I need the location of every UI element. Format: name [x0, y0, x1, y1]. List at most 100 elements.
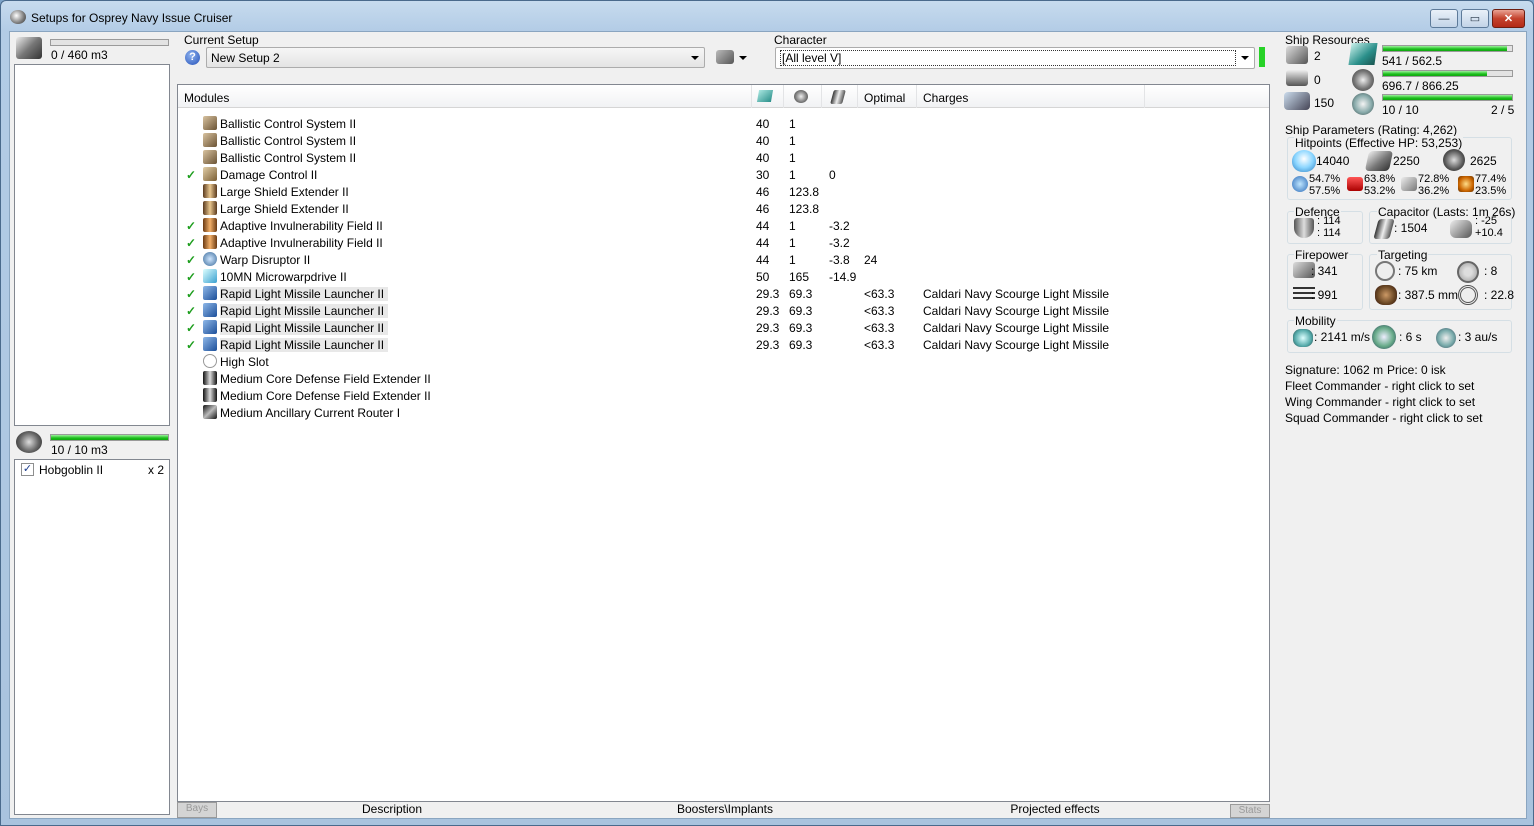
module-name[interactable]: Ballistic Control System II: [220, 134, 356, 148]
active-check-icon[interactable]: ✓: [186, 270, 196, 284]
active-check-icon[interactable]: ✓: [186, 236, 196, 250]
module-row[interactable]: Large Shield Extender II 46 123.8: [178, 183, 1268, 200]
capacitor-delta-1: : -25: [1475, 215, 1498, 227]
module-name[interactable]: Medium Core Defense Field Extender II: [220, 372, 431, 386]
module-row[interactable]: ✓ Rapid Light Missile Launcher II 29.3 69.3…: [178, 336, 1268, 353]
tab-description[interactable]: Description: [342, 802, 442, 818]
module-name[interactable]: Rapid Light Missile Launcher II: [220, 321, 389, 335]
module-row[interactable]: ✓ Adaptive Invulnerability Field II 44 1 -3.…: [178, 217, 1268, 234]
setup-dropdown[interactable]: New Setup 2: [206, 47, 705, 68]
module-row[interactable]: High Slot: [178, 353, 1268, 370]
max-targets-icon: [1457, 261, 1479, 283]
module-name[interactable]: High Slot: [220, 355, 269, 369]
cargo-list[interactable]: [14, 64, 170, 426]
module-row[interactable]: ✓ 10MN Microwarpdrive II 50 165 -14.9: [178, 268, 1268, 285]
module-name[interactable]: Adaptive Invulnerability Field II: [220, 219, 383, 233]
chevron-down-icon[interactable]: [739, 56, 747, 60]
ship-menu-icon[interactable]: [716, 50, 734, 64]
title-bar[interactable]: Setups for Osprey Navy Issue Cruiser — ▭…: [1, 1, 1533, 31]
module-name[interactable]: Ballistic Control System II: [220, 117, 356, 131]
active-check-icon[interactable]: ✓: [186, 304, 196, 318]
active-check-icon[interactable]: ✓: [186, 338, 196, 352]
align-time-value: : 6 s: [1399, 330, 1422, 344]
col-optimal[interactable]: Optimal: [858, 85, 917, 108]
active-check-icon[interactable]: ✓: [186, 253, 196, 267]
module-row[interactable]: ✓ Warp Disruptor II 44 1 -3.8 24: [178, 251, 1268, 268]
firepower-title: Firepower: [1294, 248, 1350, 262]
cpu-icon: [756, 90, 774, 102]
module-powergrid: 1: [789, 168, 796, 182]
module-powergrid: 123.8: [789, 202, 820, 216]
thermal-resist-icon: [1347, 177, 1363, 191]
module-row[interactable]: Ballistic Control System II 40 1: [178, 132, 1268, 149]
turret-count: 2: [1314, 49, 1321, 63]
col-powergrid[interactable]: [784, 85, 822, 108]
powergrid-icon: [794, 90, 808, 103]
module-name[interactable]: Medium Ancillary Current Router I: [220, 406, 400, 420]
module-name[interactable]: Medium Core Defense Field Extender II: [220, 389, 431, 403]
col-capacitor[interactable]: [822, 85, 858, 108]
module-name[interactable]: Large Shield Extender II: [220, 185, 349, 199]
powergrid-bar: [1382, 70, 1513, 77]
col-charges[interactable]: Charges: [917, 85, 1145, 108]
tab-boosters-implants[interactable]: Boosters\Implants: [660, 802, 790, 818]
drone-list[interactable]: ✓ Hobgoblin II x 2: [14, 459, 170, 815]
close-button[interactable]: ✕: [1492, 9, 1525, 28]
module-name[interactable]: Large Shield Extender II: [220, 202, 349, 216]
module-row[interactable]: Ballistic Control System II 40 1: [178, 115, 1268, 132]
module-name[interactable]: Rapid Light Missile Launcher II: [220, 287, 389, 301]
tab-bays[interactable]: Bays: [177, 802, 217, 818]
col-modules[interactable]: Modules: [178, 85, 752, 108]
module-name[interactable]: Rapid Light Missile Launcher II: [220, 304, 389, 318]
drone-checkbox[interactable]: ✓: [21, 463, 34, 476]
squad-commander[interactable]: Squad Commander - right click to set: [1285, 411, 1482, 425]
calibration-value: 150: [1314, 96, 1335, 110]
module-row[interactable]: Medium Core Defense Field Extender II: [178, 387, 1268, 404]
module-name[interactable]: Ballistic Control System II: [220, 151, 356, 165]
module-row[interactable]: Medium Core Defense Field Extender II: [178, 370, 1268, 387]
maximize-button[interactable]: ▭: [1461, 9, 1489, 28]
module-powergrid: 69.3: [789, 287, 813, 301]
module-row[interactable]: ✓ Rapid Light Missile Launcher II 29.3 69.3…: [178, 302, 1268, 319]
tab-stats[interactable]: Stats: [1230, 804, 1270, 818]
module-row[interactable]: Ballistic Control System II 40 1: [178, 149, 1268, 166]
module-row[interactable]: ✓ Adaptive Invulnerability Field II 44 1 -3.…: [178, 234, 1268, 251]
module-name[interactable]: Warp Disruptor II: [220, 253, 310, 267]
drone-qty: x 2: [148, 463, 165, 477]
active-check-icon[interactable]: ✓: [186, 321, 196, 335]
col-cpu[interactable]: [752, 85, 784, 108]
module-charge: Caldari Navy Scourge Light Missile: [923, 304, 1110, 318]
module-capacitor: -14.9: [829, 270, 857, 284]
module-name[interactable]: 10MN Microwarpdrive II: [220, 270, 347, 284]
module-powergrid: 69.3: [789, 304, 813, 318]
launcher-count: 0: [1314, 73, 1321, 87]
active-check-icon[interactable]: ✓: [186, 219, 196, 233]
tab-projected-effects[interactable]: Projected effects: [1000, 802, 1110, 818]
minimize-button[interactable]: —: [1430, 9, 1458, 28]
module-capacitor: -3.8: [829, 253, 850, 267]
app-window: Setups for Osprey Navy Issue Cruiser — ▭…: [0, 0, 1534, 826]
module-name[interactable]: Damage Control II: [220, 168, 317, 182]
module-capacitor: -3.2: [829, 219, 850, 233]
thermal-resist-shield: 63.8%: [1364, 173, 1396, 185]
capacitor-icon: [830, 90, 846, 104]
sensor-strength-icon: [1458, 285, 1478, 305]
wing-commander[interactable]: Wing Commander - right click to set: [1285, 395, 1475, 409]
module-row[interactable]: ✓ Rapid Light Missile Launcher II 29.3 69.3…: [178, 285, 1268, 302]
module-row[interactable]: Medium Ancillary Current Router I: [178, 404, 1268, 421]
character-dropdown[interactable]: [All level V]: [775, 47, 1255, 69]
module-row[interactable]: ✓ Damage Control II 30 1 0: [178, 166, 1268, 183]
module-row[interactable]: ✓ Rapid Light Missile Launcher II 29.3 69.3…: [178, 319, 1268, 336]
fleet-commander[interactable]: Fleet Commander - right click to set: [1285, 379, 1474, 393]
active-check-icon[interactable]: ✓: [186, 168, 196, 182]
module-cpu: 46: [756, 202, 770, 216]
help-icon[interactable]: ?: [185, 50, 200, 65]
active-check-icon[interactable]: ✓: [186, 287, 196, 301]
module-row[interactable]: Large Shield Extender II 46 123.8: [178, 200, 1268, 217]
module-name[interactable]: Adaptive Invulnerability Field II: [220, 236, 383, 250]
modules-grid[interactable]: Modules Optimal Charges Ballistic Contro…: [177, 84, 1270, 802]
module-charge: Caldari Navy Scourge Light Missile: [923, 338, 1110, 352]
drone-name[interactable]: Hobgoblin II: [39, 463, 103, 477]
module-name[interactable]: Rapid Light Missile Launcher II: [220, 338, 389, 352]
mobility-title: Mobility: [1294, 314, 1337, 328]
